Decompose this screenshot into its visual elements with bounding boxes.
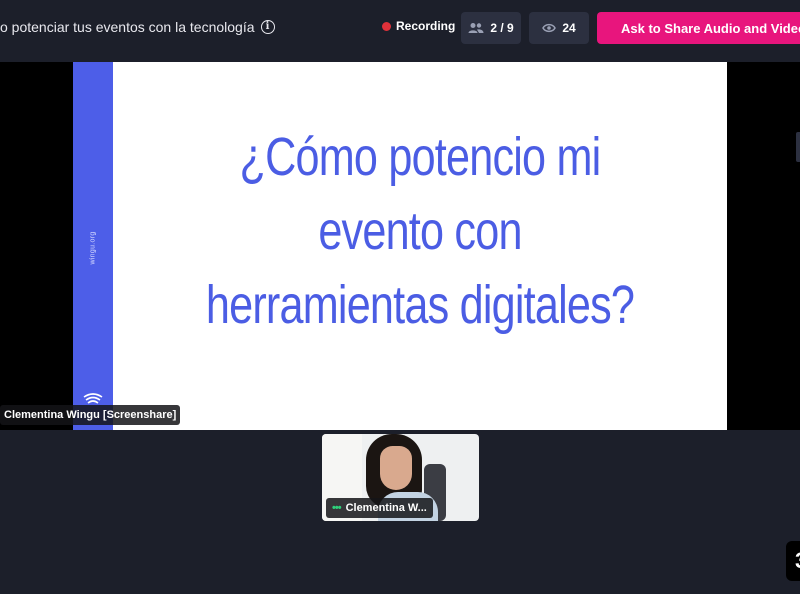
eye-icon <box>542 23 557 33</box>
viewers-button[interactable]: 24 <box>529 12 589 44</box>
audio-dots-icon: ••• <box>332 502 342 514</box>
slide-heading: ¿Cómo potencio mi evento con herramienta… <box>174 120 665 342</box>
screenshare-stage: wingu.org ¿Cómo potencio mi evento con h… <box>0 62 800 430</box>
corner-badge[interactable]: 3 <box>786 541 800 581</box>
presentation-slide: wingu.org ¿Cómo potencio mi evento con h… <box>73 62 727 430</box>
participants-icon <box>468 23 484 33</box>
meeting-title: o potenciar tus eventos con la tecnologí… <box>0 19 275 35</box>
camera-name-label: Clementina W... <box>345 502 427 514</box>
meeting-title-text: o potenciar tus eventos con la tecnologí… <box>0 19 255 35</box>
side-panel-handle[interactable] <box>796 132 800 162</box>
slide-heading-line-3: herramientas digitales? <box>205 275 635 335</box>
camera-person-face <box>380 446 412 490</box>
participants-button[interactable]: 2 / 9 <box>461 12 521 44</box>
recording-dot-icon <box>382 21 391 31</box>
screenshare-name-tag: Clementina Wingu [Screenshare] <box>0 405 181 425</box>
recording-label: Recording <box>396 19 456 33</box>
info-icon[interactable]: i <box>260 20 275 34</box>
slide-side-text: wingu.org <box>89 231 97 265</box>
viewers-count: 24 <box>562 21 576 35</box>
top-bar: o potenciar tus eventos con la tecnologí… <box>0 0 800 58</box>
recording-indicator: Recording <box>382 19 455 33</box>
slide-heading-line-1: ¿Cómo potencio mi <box>239 127 602 187</box>
camera-tile[interactable]: ••• Clementina W... <box>322 434 479 521</box>
participants-count: 2 / 9 <box>490 21 514 35</box>
camera-name-tag: ••• Clementina W... <box>326 498 433 518</box>
slide-heading-line-2: evento con <box>318 201 522 261</box>
ask-to-share-button[interactable]: Ask to Share Audio and Video <box>597 12 800 44</box>
wingu-logo-icon <box>83 393 103 404</box>
slide-side-bar: wingu.org <box>73 62 113 430</box>
